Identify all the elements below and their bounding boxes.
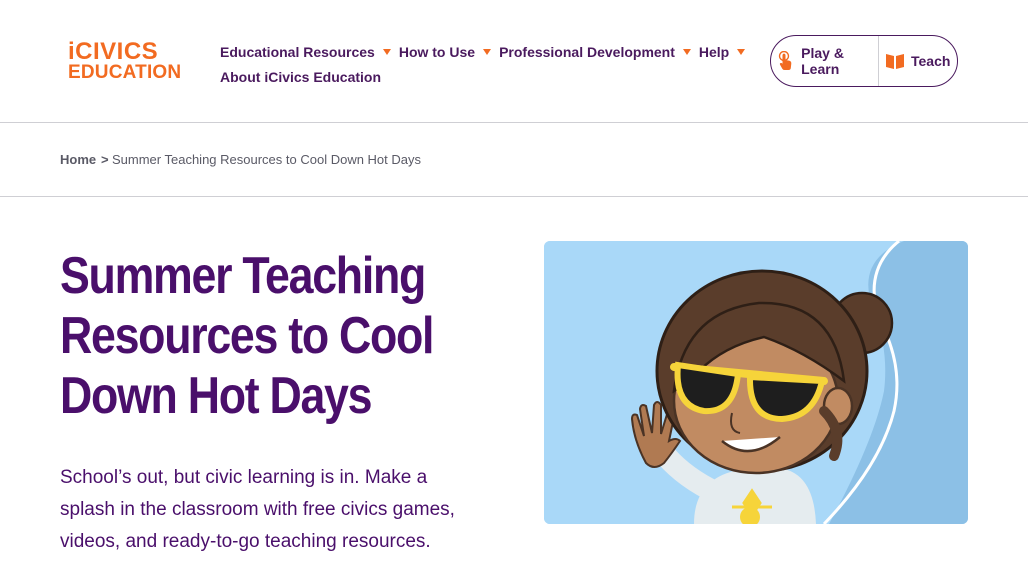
page-intro: School’s out, but civic learning is in. … [60,467,455,552]
main-nav: Educational Resources How to Use Profess… [220,42,746,92]
page-title-line: Resources to Cool [60,307,434,365]
audience-switch: Play & Learn Teach [770,35,958,87]
caret-down-icon [483,49,492,55]
page-title-line: Summer Teaching [60,247,426,305]
play-and-learn-label: Play & Learn [801,45,844,77]
page-title-line: Down Hot Days [60,367,373,425]
play-and-learn-button[interactable]: Play & Learn [771,36,879,86]
nav-professional-development[interactable]: Professional Development [499,44,693,60]
nav-row-1: Educational Resources How to Use Profess… [220,42,746,62]
pointer-hand-icon [777,51,795,71]
hero-illustration [544,241,968,524]
nav-help[interactable]: Help [699,44,747,60]
book-icon [885,51,905,71]
breadcrumb: Home > Summer Teaching Resources to Cool… [0,123,1028,197]
icivics-logo[interactable]: iCIVICS EDUCATION [68,40,192,86]
nav-label: Professional Development [499,44,675,60]
logo-wordmark-top: iCIVICS [68,38,159,65]
caret-down-icon [737,49,746,55]
breadcrumb-home-link[interactable]: Home [60,152,96,167]
caret-down-icon [682,49,691,55]
nav-label: How to Use [398,44,476,60]
page-title: Summer Teaching Resources to Cool Down H… [60,246,434,426]
nav-label: About iCivics Education [220,69,382,85]
caret-down-icon [382,49,391,55]
girl-sunglasses-waving-illustration [544,241,968,524]
teach-label: Teach [911,53,951,69]
nav-label: Educational Resources [220,44,375,60]
logo-wordmark-bottom: EDUCATION [68,62,182,83]
site-header: iCIVICS EDUCATION Educational Resources … [0,0,1028,123]
nav-how-to-use[interactable]: How to Use [399,44,493,60]
breadcrumb-separator: > [101,152,109,167]
nav-label: Help [698,44,730,60]
breadcrumb-current-page: Summer Teaching Resources to Cool Down H… [112,152,422,167]
nav-educational-resources[interactable]: Educational Resources [220,44,393,60]
nav-about[interactable]: About iCivics Education [220,69,381,85]
nav-row-2: About iCivics Education [220,67,720,87]
teach-button[interactable]: Teach [879,36,957,86]
